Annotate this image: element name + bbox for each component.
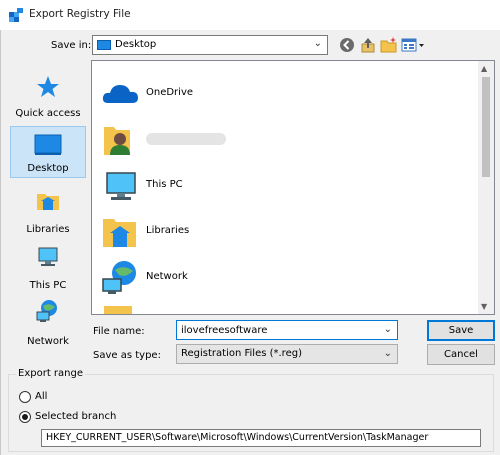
list-item[interactable] (100, 119, 480, 163)
title-bar: Export Registry File (0, 0, 500, 30)
place-desktop[interactable]: Desktop (10, 126, 86, 178)
selected-branch-label: Selected branch (35, 411, 117, 422)
save-in-label: Save in: (51, 40, 92, 51)
chevron-down-icon: ⌄ (313, 38, 322, 49)
file-name-label: File name: (93, 326, 145, 337)
branch-path-field[interactable]: HKEY_CURRENT_USER\Software\Microsoft\Win… (41, 429, 481, 447)
save-as-type-value: Registration Files (*.reg) (181, 348, 302, 359)
new-folder-icon[interactable] (380, 36, 398, 54)
file-name: Network (146, 271, 188, 282)
save-in-combo[interactable]: Desktop ⌄ (92, 35, 328, 55)
desktop-icon (34, 134, 62, 155)
all-radio-label: All (35, 391, 48, 402)
libraries-icon (37, 194, 59, 210)
file-name-input[interactable] (177, 321, 397, 339)
save-dialog: Save in: Desktop ⌄ Quick access Desktop … (0, 30, 500, 455)
place-libraries[interactable]: Libraries (10, 186, 86, 238)
star-icon (37, 76, 59, 97)
place-label: Libraries (26, 224, 70, 235)
blurred-name (146, 133, 226, 145)
desktop-folder-icon (97, 40, 111, 50)
list-item[interactable]: Libraries (100, 211, 480, 255)
pc-icon (106, 172, 136, 200)
list-item[interactable]: This PC (100, 165, 480, 209)
file-name: Libraries (146, 225, 190, 236)
all-radio[interactable] (19, 391, 31, 403)
scroll-thumb[interactable] (482, 77, 490, 177)
partial-folder-icon (104, 306, 132, 314)
view-menu-icon[interactable] (401, 36, 425, 54)
window-title: Export Registry File (29, 8, 131, 20)
file-name-field[interactable]: ⌄ (176, 320, 398, 340)
network-icon (36, 300, 57, 322)
chevron-down-icon[interactable]: ⌄ (384, 324, 392, 335)
user-folder-icon (104, 127, 130, 155)
place-label: Network (27, 336, 69, 347)
file-name: OneDrive (146, 87, 194, 98)
place-label: Desktop (27, 163, 69, 174)
branch-path-value: HKEY_CURRENT_USER\Software\Microsoft\Win… (46, 432, 429, 443)
back-arrow-icon[interactable] (338, 36, 356, 54)
place-label: Quick access (15, 108, 81, 119)
list-item[interactable]: OneDrive (100, 73, 480, 117)
selected-branch-radio[interactable] (19, 411, 31, 423)
scroll-down-icon[interactable]: ▼ (481, 302, 487, 311)
save-in-value: Desktop (115, 39, 157, 50)
registry-icon (9, 8, 23, 22)
scroll-up-icon[interactable]: ▲ (481, 64, 487, 73)
cancel-button[interactable]: Cancel (427, 344, 495, 365)
up-folder-icon[interactable] (359, 36, 377, 54)
save-as-type-label: Save as type: (93, 350, 161, 361)
place-network[interactable]: Network (10, 298, 86, 350)
export-range-title: Export range (16, 368, 85, 379)
onedrive-cloud-icon (102, 85, 138, 103)
save-button[interactable]: Save (427, 320, 495, 341)
list-item[interactable]: Network (100, 257, 480, 301)
place-this-pc[interactable]: This PC (10, 242, 86, 294)
file-list[interactable]: OneDrive This PC Libraries Network ▲ ▼ (91, 60, 495, 315)
network-icon (102, 261, 136, 294)
libraries-icon (103, 219, 136, 247)
chevron-down-icon: ⌄ (383, 348, 392, 359)
place-label: This PC (29, 280, 67, 291)
pc-icon (38, 247, 58, 266)
places-bar: Quick access Desktop Libraries This PC N… (10, 70, 86, 347)
save-as-type-select[interactable]: Registration Files (*.reg) ⌄ (176, 344, 398, 364)
file-name: This PC (146, 179, 183, 190)
radio-selected-dot (22, 414, 28, 420)
scrollbar[interactable]: ▲ ▼ (478, 61, 494, 314)
place-quick-access[interactable]: Quick access (10, 70, 86, 122)
